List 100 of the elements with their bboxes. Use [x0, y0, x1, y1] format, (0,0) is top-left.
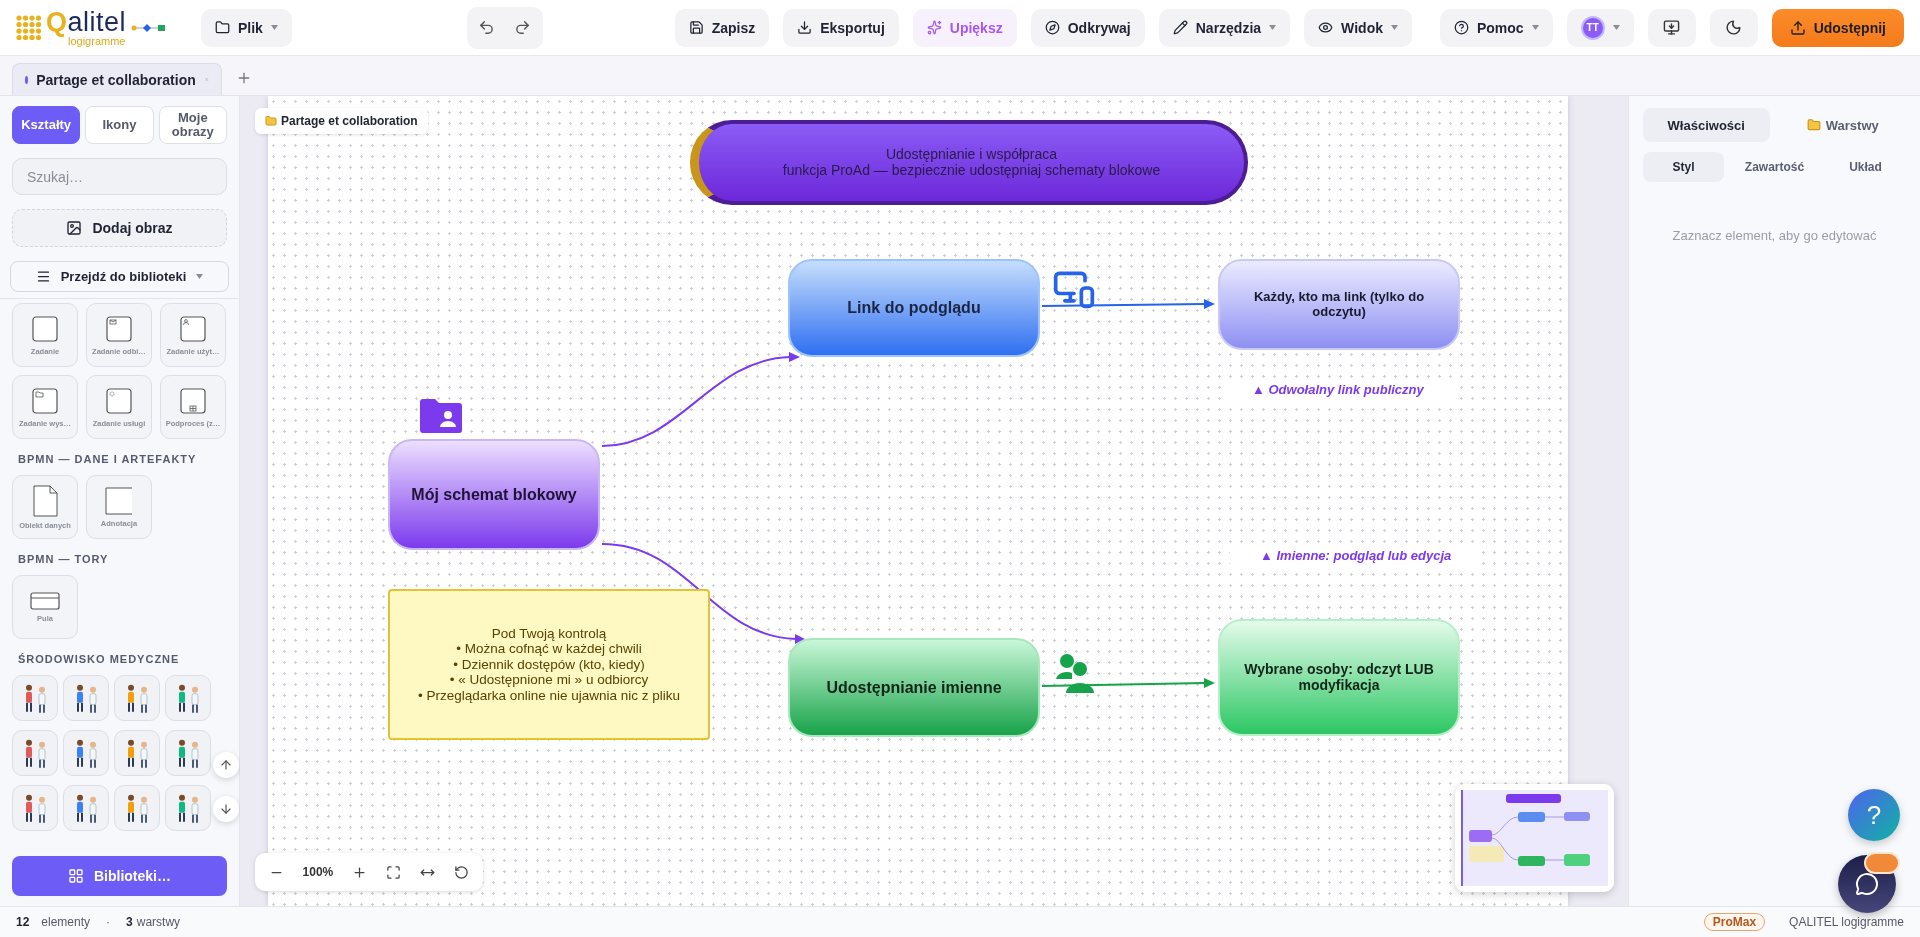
task-shape-icon	[30, 314, 60, 344]
minimap[interactable]	[1455, 784, 1614, 892]
panel-subtab[interactable]: Zawartość	[1734, 152, 1815, 182]
fit-screen-icon[interactable]	[386, 864, 402, 880]
node-text: Wybrane osoby: odczyt LUB modyfikacja	[1243, 662, 1435, 693]
annotation-shape-icon	[104, 486, 134, 516]
folder-icon	[1806, 118, 1821, 132]
node-text: • « Udostępnione mi » u odbiorcy	[449, 672, 649, 688]
subprocess-shape-icon	[178, 386, 208, 416]
node-text: • Przeglądarka online nie ujawnia nic z pliku	[417, 687, 681, 704]
scroll-down-button[interactable]	[213, 796, 239, 822]
user-menu-button[interactable]: TT	[1566, 8, 1634, 47]
section-title: BPMN — TORY	[18, 553, 110, 565]
panel-tab[interactable]: Warstwy	[1779, 108, 1906, 142]
app-name: QALITEL logigramme	[1789, 915, 1904, 929]
notification-badge	[1864, 852, 1900, 874]
reset-view-icon[interactable]	[454, 864, 470, 880]
library-tile[interactable]	[114, 675, 160, 721]
zoom-in-icon[interactable]	[352, 864, 368, 880]
node-text: Każdy, kto ma link (tylko do odczytu)	[1252, 290, 1426, 319]
libraries-button[interactable]: Biblioteki…	[12, 856, 227, 896]
medical-scene-icon	[75, 793, 97, 823]
help-icon	[1453, 20, 1469, 35]
panel-tab[interactable]: Właściwości	[1643, 108, 1770, 142]
node-text: Pod Twoją kontrolą	[491, 625, 607, 642]
arrow-down-icon	[219, 802, 233, 816]
toolbar-icon	[1044, 20, 1060, 35]
toolbar-button[interactable]: Upiększ	[912, 8, 1017, 47]
panel-subtab[interactable]: Styl	[1643, 152, 1724, 182]
library-tile[interactable]	[63, 675, 109, 721]
panel-subtab[interactable]: Układ	[1825, 152, 1906, 182]
node-text: Mój schemat blokowy	[411, 485, 577, 504]
folder-icon	[265, 115, 277, 127]
upload-icon	[1789, 19, 1806, 36]
sidebar-tab[interactable]: Ikony	[85, 106, 154, 144]
sidebar-tab[interactable]: Kształty	[12, 106, 81, 144]
library-tile[interactable]	[165, 675, 211, 721]
moon-icon	[1725, 19, 1743, 36]
medical-scene-icon	[177, 738, 199, 768]
toolbar-button[interactable]: Widok	[1304, 8, 1412, 47]
library-tile[interactable]	[63, 785, 109, 831]
node-text: Udostępnianie imienne	[826, 678, 1002, 697]
monitor-icon	[1663, 19, 1681, 36]
logo-name: Qalitel	[46, 8, 127, 36]
medical-scene-icon	[24, 683, 46, 713]
menu-icon	[35, 269, 51, 284]
present-button[interactable]	[1647, 8, 1696, 47]
toolbar-button[interactable]: Eksportuj	[783, 8, 899, 47]
undo-icon	[478, 19, 496, 36]
toolbar-button[interactable]: Odkrywaj	[1030, 8, 1145, 47]
separator-dot: ·	[106, 915, 111, 929]
elements-label: elementy	[41, 915, 91, 929]
caret-icon	[1612, 25, 1620, 30]
medical-scene-icon	[177, 793, 199, 823]
library-tile[interactable]	[114, 730, 160, 776]
theme-toggle-button[interactable]	[1709, 8, 1758, 47]
caret-icon	[1269, 25, 1277, 30]
document-tab[interactable]: Partage et collaboration	[12, 63, 222, 95]
node-text: • Można cofnąć w każdej chwili	[456, 641, 642, 657]
section-title: BPMN — DANE I ARTEFAKTY	[18, 453, 198, 465]
help-menu-button[interactable]: Pomoc	[1439, 8, 1553, 47]
section-title: ŚRODOWISKO MEDYCZNE	[18, 653, 181, 665]
library-tile[interactable]	[12, 785, 58, 831]
plan-badge: ProMax	[1703, 913, 1766, 931]
node-text: funkcja ProAd — bezpiecznie udostępniaj schematy blokowe	[782, 162, 1161, 178]
node-text: Link do podglądu	[847, 299, 981, 317]
medical-scene-icon	[126, 683, 148, 713]
user-avatar: TT	[1580, 15, 1605, 40]
add-image-button[interactable]: Dodaj obraz	[12, 209, 227, 247]
library-tile[interactable]	[63, 730, 109, 776]
toolbar-button[interactable]: Zapisz	[674, 8, 770, 47]
medical-scene-icon	[126, 738, 148, 768]
library-tile[interactable]	[12, 730, 58, 776]
search-field[interactable]: Szukaj…	[12, 158, 227, 195]
image-icon	[66, 220, 83, 236]
file-menu-button[interactable]: Plik	[201, 8, 292, 47]
grid-icon	[68, 868, 84, 884]
gear-task-shape-icon	[104, 386, 134, 416]
share-button[interactable]: Udostępnij	[1771, 8, 1904, 47]
toolbar-button[interactable]: Narzędzia	[1158, 8, 1291, 47]
caret-icon	[196, 274, 204, 279]
library-tile[interactable]	[165, 785, 211, 831]
sidebar-tab[interactable]: Moje obrazy	[158, 106, 227, 144]
library-tile[interactable]	[12, 675, 58, 721]
toolbar-icon	[797, 20, 813, 35]
caret-icon	[270, 25, 278, 30]
envelope-task-shape-icon	[104, 314, 134, 344]
scroll-up-button[interactable]	[213, 752, 239, 778]
medical-scene-icon	[24, 793, 46, 823]
empty-selection-hint: Zaznacz element, aby go edytować	[1671, 228, 1878, 243]
library-tile[interactable]	[165, 730, 211, 776]
medical-scene-icon	[24, 738, 46, 768]
folder-user-icon	[418, 398, 464, 434]
arrow-up-icon	[219, 758, 233, 772]
medical-scene-icon	[75, 738, 97, 768]
zoom-level: 100%	[302, 865, 334, 879]
library-tile[interactable]	[114, 785, 160, 831]
new-tab-icon[interactable]	[236, 70, 252, 86]
medical-scene-icon	[126, 793, 148, 823]
library-picker[interactable]: Przejdź do biblioteki	[10, 261, 229, 292]
